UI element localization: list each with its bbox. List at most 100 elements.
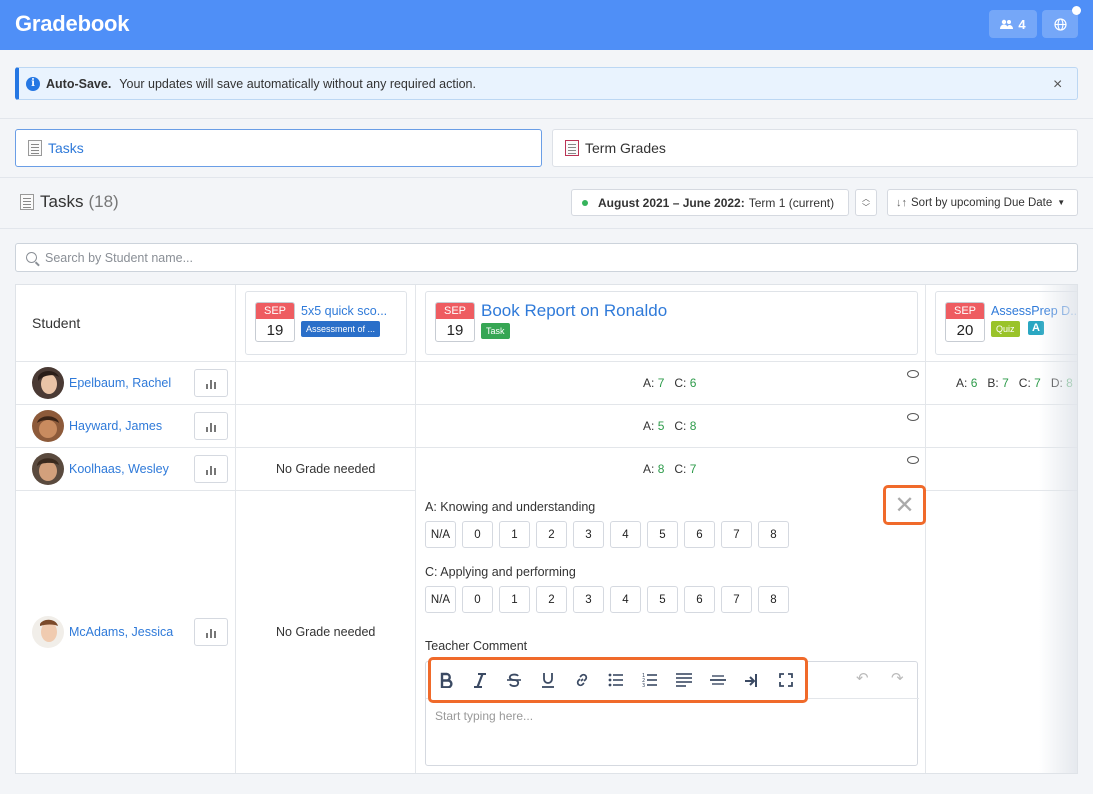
gradebook-table: Student SEP 19 5x5 quick sco... Assessme… (15, 284, 1078, 774)
bullet-list-icon[interactable] (604, 668, 628, 692)
task-type-badge: Quiz (991, 321, 1020, 337)
clear-format-icon[interactable] (740, 668, 764, 692)
numbered-list-icon[interactable]: 123 (638, 668, 662, 692)
comment-icon[interactable] (907, 370, 919, 378)
task-type-badge: Task (481, 323, 510, 339)
task-card[interactable]: SEP 20 AssessPrep D... Quiz A (935, 291, 1077, 355)
language-button[interactable] (1042, 10, 1078, 38)
criterion-c-option-button[interactable]: 2 (536, 586, 567, 613)
criterion-a-option-button[interactable]: 5 (647, 521, 678, 548)
row-divider (16, 404, 1077, 405)
caret-down-icon: ▼ (1057, 198, 1066, 207)
app-title: Gradebook (15, 11, 130, 36)
tab-term-grades[interactable]: Term Grades (552, 129, 1078, 167)
criterion-a-label: A: Knowing and understanding (425, 500, 596, 514)
sort-dropdown[interactable]: ↓↑ Sort by upcoming Due Date ▼ (887, 189, 1078, 216)
link-icon[interactable] (570, 668, 594, 692)
globe-icon (1053, 17, 1067, 31)
section-title: Tasks (18) (20, 192, 119, 212)
term-year: August 2021 – June 2022: (598, 195, 745, 210)
due-month: SEP (946, 303, 984, 319)
fullscreen-icon[interactable] (774, 668, 798, 692)
task-title[interactable]: Book Report on Ronaldo (481, 301, 901, 321)
italic-icon[interactable] (468, 668, 492, 692)
redo-icon[interactable]: ↷ (891, 669, 904, 687)
strikethrough-icon[interactable] (502, 668, 526, 692)
undo-icon[interactable]: ↶ (856, 669, 869, 687)
formatting-toolbar: 123 (428, 657, 808, 703)
current-term-dot (582, 199, 588, 206)
underline-icon[interactable] (536, 668, 560, 692)
term-spinner[interactable]: ︿ ﹀ (855, 189, 877, 216)
criterion-c-option-button[interactable]: 0 (462, 586, 493, 613)
student-chart-button[interactable] (194, 455, 228, 483)
alert-message: Your updates will save automatically wit… (119, 76, 476, 91)
task-card[interactable]: SEP 19 Book Report on Ronaldo Task (425, 291, 918, 355)
criterion-a-option-button[interactable]: 2 (536, 521, 567, 548)
student-name[interactable]: McAdams, Jessica (69, 625, 173, 639)
term-select[interactable]: August 2021 – June 2022: Term 1 (current… (571, 189, 849, 216)
alert-close-icon[interactable]: × (1053, 76, 1062, 94)
criterion-a-option-button[interactable]: 7 (721, 521, 752, 548)
criterion-c-option-button[interactable]: 6 (684, 586, 715, 613)
sort-icon: ↓↑ (896, 196, 907, 209)
users-icon (1000, 19, 1014, 29)
avatar (32, 410, 64, 442)
horizontal-rule-icon[interactable] (706, 668, 730, 692)
tasks-count: (18) (88, 192, 119, 211)
grade-summary: A: 5 C: 8 (643, 419, 697, 433)
criterion-c-option-button[interactable]: N/A (425, 586, 456, 613)
student-chart-button[interactable] (194, 412, 228, 440)
student-name[interactable]: Epelbaum, Rachel (69, 376, 171, 390)
tab-tasks[interactable]: Tasks (15, 129, 542, 167)
criterion-a-option-button[interactable]: 4 (610, 521, 641, 548)
users-button[interactable]: 4 (989, 10, 1037, 38)
criterion-c-option-button[interactable]: 7 (721, 586, 752, 613)
criterion-c-option-button[interactable]: 3 (573, 586, 604, 613)
grade-summary: A: 8 C: 7 (643, 462, 697, 476)
teacher-comment-input[interactable] (426, 699, 917, 765)
criterion-a-option-button[interactable]: 3 (573, 521, 604, 548)
top-bar (0, 0, 1093, 50)
criterion-a-option-button[interactable]: 6 (684, 521, 715, 548)
student-name[interactable]: Koolhaas, Wesley (69, 462, 169, 476)
task-title[interactable]: AssessPrep D... (991, 304, 1077, 318)
tab-term-grades-label: Term Grades (585, 140, 666, 156)
criterion-c-option-button[interactable]: 4 (610, 586, 641, 613)
due-date: SEP 19 (435, 302, 475, 342)
assessprep-badge: A (1028, 321, 1044, 335)
row-divider (16, 361, 1077, 362)
grade-summary: A: 6 B: 7 C: 7 D: 8 (956, 376, 1073, 390)
task-card[interactable]: SEP 19 5x5 quick sco... Assessment of ..… (245, 291, 407, 355)
align-left-icon[interactable] (672, 668, 696, 692)
due-month: SEP (256, 303, 294, 319)
due-day: 19 (266, 322, 284, 339)
svg-text:3: 3 (642, 683, 645, 688)
close-icon: ✕ (894, 491, 915, 519)
autosave-alert: i Auto-Save. Your updates will save auto… (15, 67, 1078, 100)
student-name[interactable]: Hayward, James (69, 419, 162, 433)
alert-title: Auto-Save. (46, 76, 112, 91)
scroll-shadow (1039, 285, 1077, 773)
criterion-c-option-button[interactable]: 5 (647, 586, 678, 613)
task-title[interactable]: 5x5 quick sco... (301, 304, 401, 318)
close-editor-button[interactable]: ✕ (883, 485, 926, 525)
criterion-c-option-button[interactable]: 1 (499, 586, 530, 613)
comment-icon[interactable] (907, 456, 919, 464)
student-chart-button[interactable] (194, 369, 228, 397)
bold-icon[interactable] (434, 668, 458, 692)
divider (0, 228, 1093, 229)
criterion-a-option-button[interactable]: N/A (425, 521, 456, 548)
student-chart-button[interactable] (194, 618, 228, 646)
criterion-a-option-button[interactable]: 8 (758, 521, 789, 548)
criterion-c-option-button[interactable]: 8 (758, 586, 789, 613)
search-input[interactable] (45, 250, 1045, 265)
criterion-a-option-button[interactable]: 1 (499, 521, 530, 548)
grade-summary: A: 7 C: 6 (643, 376, 697, 390)
row-divider (16, 490, 416, 491)
column-divider (235, 285, 236, 773)
users-count: 4 (1018, 16, 1026, 32)
column-divider (925, 285, 926, 773)
comment-icon[interactable] (907, 413, 919, 421)
criterion-a-option-button[interactable]: 0 (462, 521, 493, 548)
